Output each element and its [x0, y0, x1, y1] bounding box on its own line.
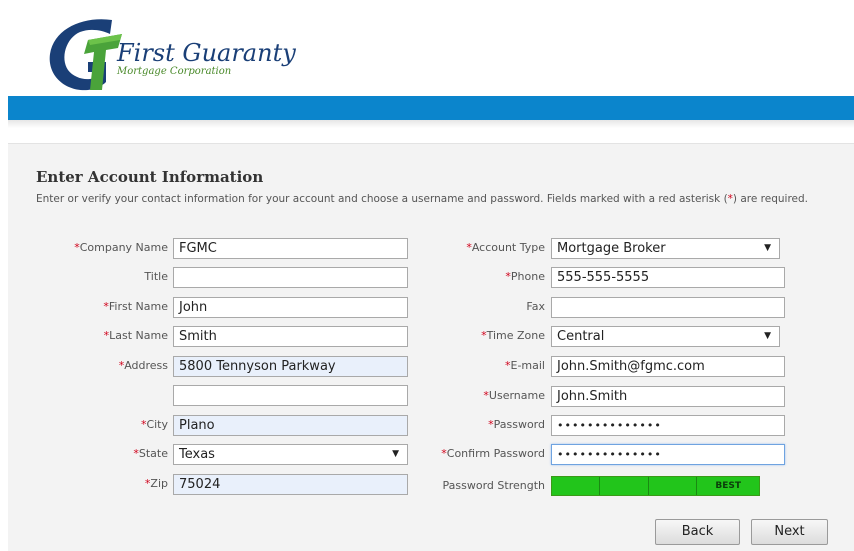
account-info-panel: Enter Account Information Enter or verif…	[8, 143, 854, 551]
username-label: *Username	[483, 389, 545, 402]
title-input[interactable]	[173, 267, 408, 288]
state-select[interactable]: Texas ▼	[173, 444, 408, 465]
strength-level-text: BEST	[715, 481, 741, 491]
email-input[interactable]: John.Smith@fgmc.com	[551, 356, 785, 377]
panel-description: Enter or verify your contact information…	[36, 193, 836, 205]
state-select-value: Texas	[179, 447, 215, 462]
account-type-label: *Account Type	[466, 241, 545, 254]
last-name-label: *Last Name	[103, 329, 168, 342]
password-input[interactable]: ••••••••••••••	[551, 415, 785, 436]
first-name-label: *First Name	[103, 300, 168, 313]
strength-segment	[600, 477, 649, 495]
brand-subtitle: Mortgage Corporation	[117, 66, 232, 77]
city-label: *City	[140, 418, 168, 431]
description-text-end: ) are required.	[732, 193, 809, 205]
strength-segment	[552, 477, 601, 495]
panel-title: Enter Account Information	[36, 168, 264, 186]
header-blue-bar	[8, 96, 854, 120]
confirm-password-input[interactable]: ••••••••••••••	[551, 444, 785, 465]
back-button[interactable]: Back	[655, 519, 740, 545]
company-name-label: *Company Name	[74, 241, 168, 254]
brand-name: First Guaranty	[117, 39, 296, 67]
last-name-input[interactable]: Smith	[173, 326, 408, 347]
dropdown-arrow-icon: ▼	[764, 331, 771, 341]
email-label: *E-mail	[505, 359, 545, 372]
password-strength-label: Password Strength	[442, 479, 545, 492]
address-line2-input[interactable]	[173, 385, 408, 406]
strength-segment	[649, 477, 698, 495]
phone-label: *Phone	[505, 270, 545, 283]
zip-input[interactable]: 75024	[173, 474, 408, 495]
confirm-password-label: *Confirm Password	[441, 447, 545, 460]
description-text: Enter or verify your contact information…	[36, 193, 728, 205]
company-name-input[interactable]: FGMC	[173, 238, 408, 259]
time-zone-value: Central	[557, 329, 605, 344]
account-type-value: Mortgage Broker	[557, 241, 666, 256]
title-label: Title	[144, 270, 168, 283]
brand-wordmark: First Guaranty Mortgage Corporation	[117, 40, 296, 78]
zip-label: *Zip	[144, 477, 168, 490]
next-button[interactable]: Next	[751, 519, 828, 545]
password-strength-meter: BEST	[551, 476, 760, 496]
fax-label: Fax	[526, 300, 545, 313]
city-input[interactable]: Plano	[173, 415, 408, 436]
username-input[interactable]: John.Smith	[551, 386, 785, 407]
time-zone-label: *Time Zone	[481, 329, 545, 342]
address-label: *Address	[118, 359, 168, 372]
time-zone-select[interactable]: Central ▼	[551, 326, 780, 347]
header-shadow	[8, 120, 854, 128]
first-name-input[interactable]: John	[173, 297, 408, 318]
password-label: *Password	[488, 418, 545, 431]
phone-input[interactable]: 555-555-5555	[551, 267, 785, 288]
fax-input[interactable]	[551, 297, 785, 318]
address-input[interactable]: 5800 Tennyson Parkway	[173, 356, 408, 377]
dropdown-arrow-icon: ▼	[764, 243, 771, 253]
state-label: *State	[133, 447, 168, 460]
account-type-select[interactable]: Mortgage Broker ▼	[551, 238, 780, 259]
